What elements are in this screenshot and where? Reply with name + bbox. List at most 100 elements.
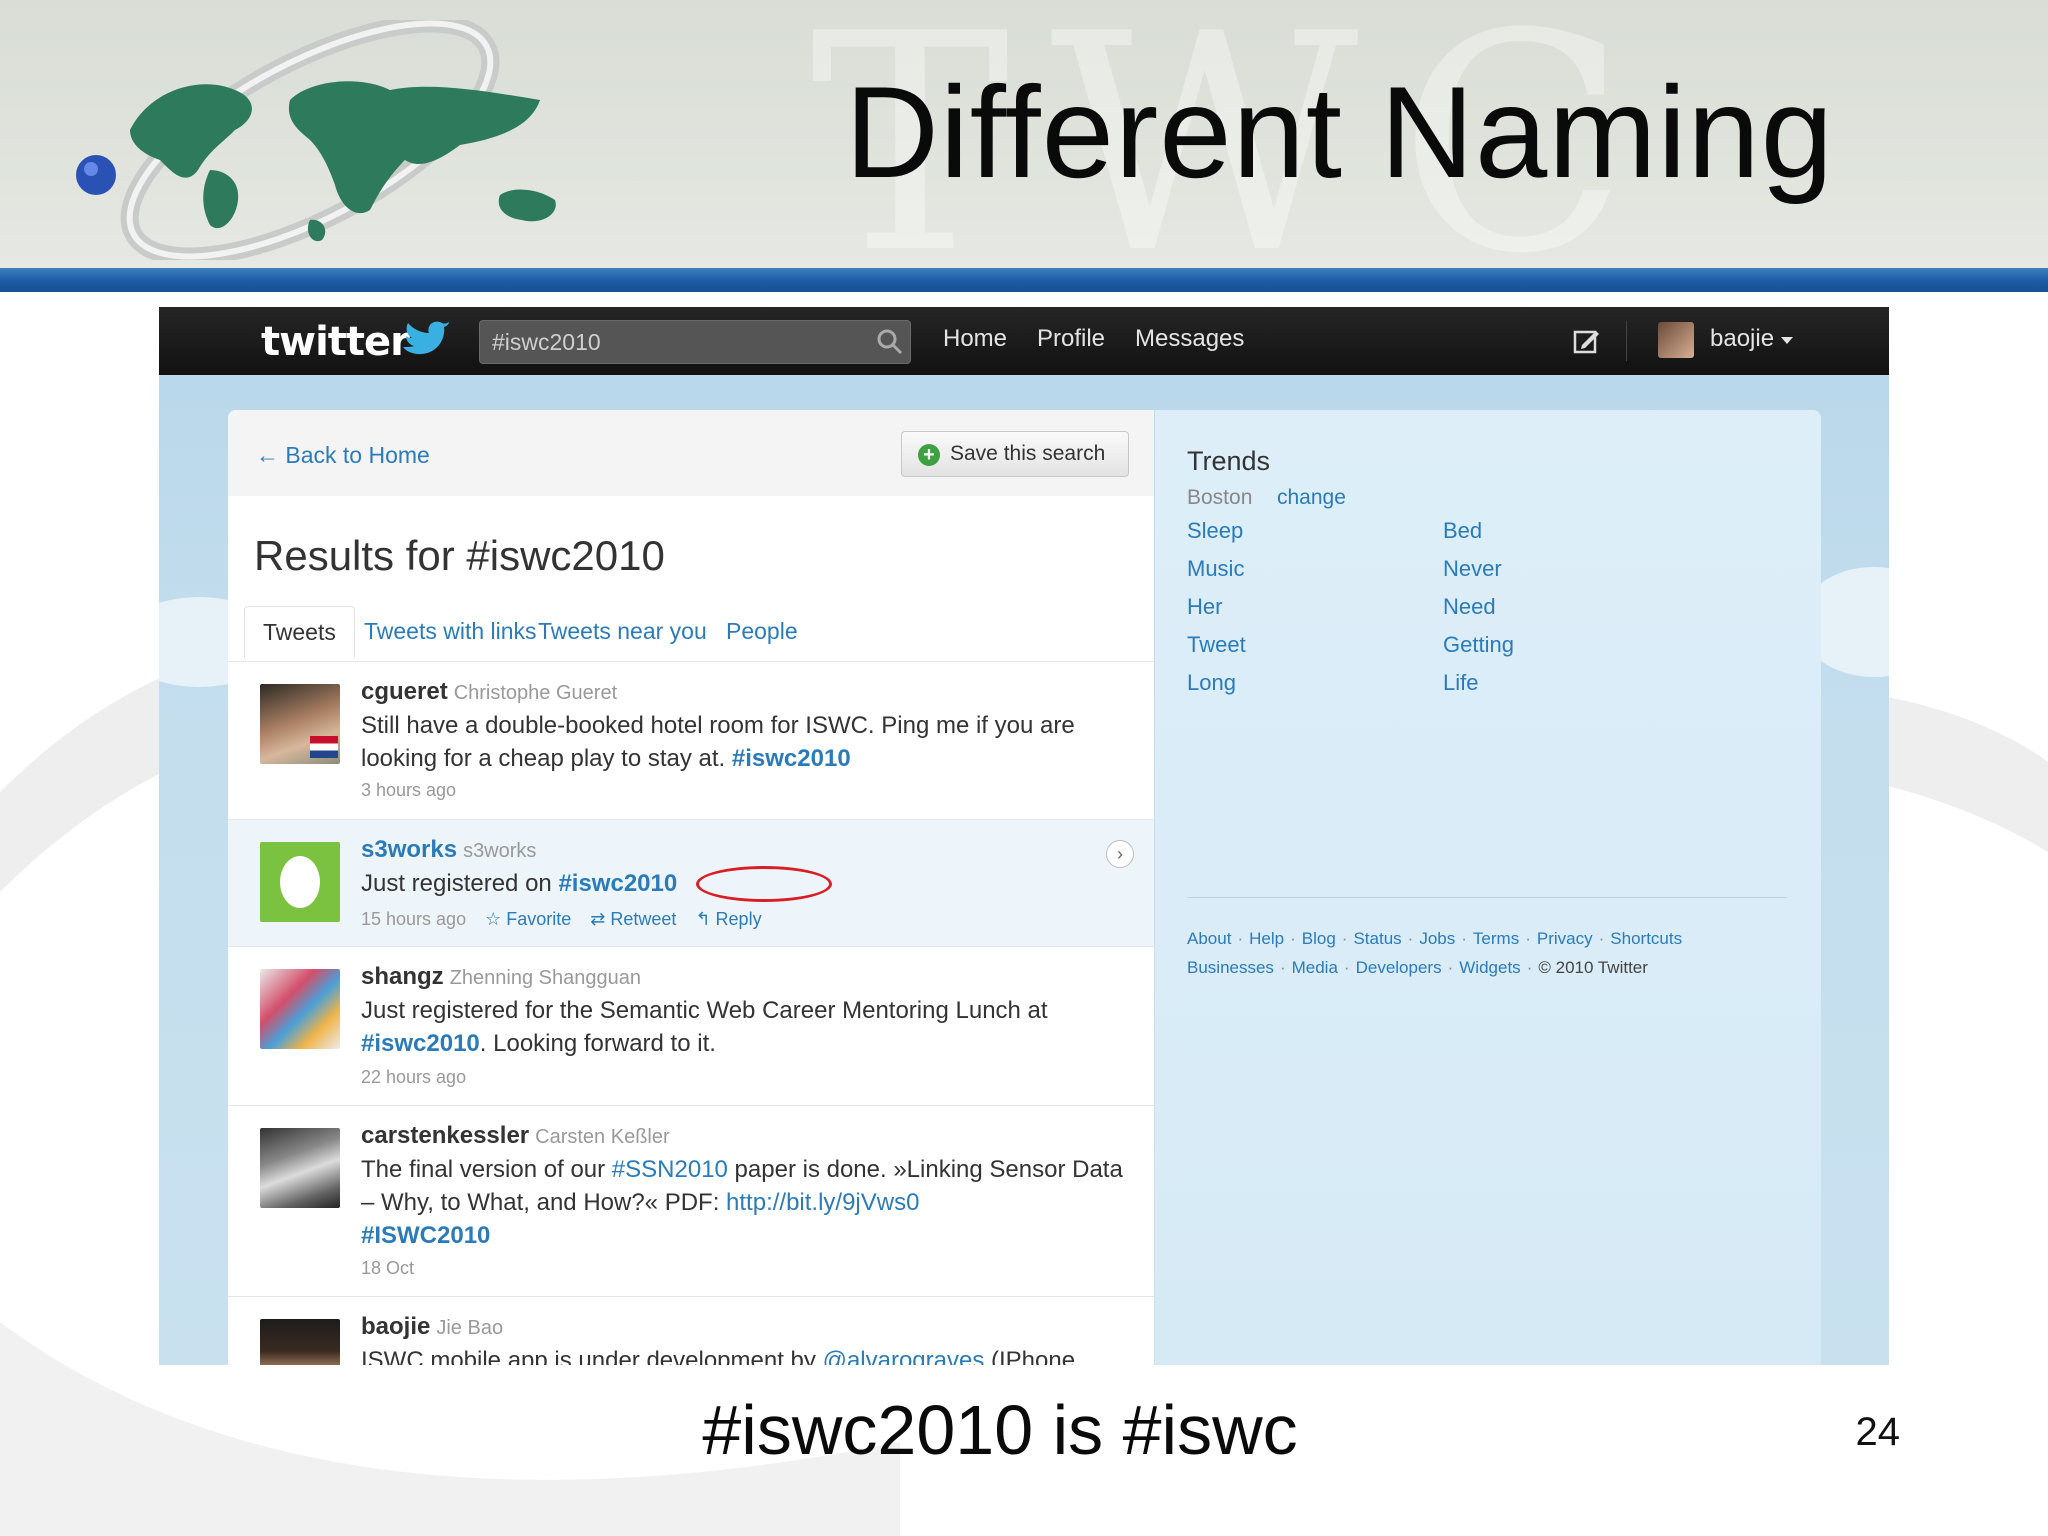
change-location-link[interactable]: change [1277,486,1346,510]
user-menu[interactable]: baojie [1710,325,1774,353]
plus-icon: + [918,444,940,466]
reply-button[interactable]: ↰ Reply [695,909,761,929]
tweet-realname: s3works [463,840,537,862]
trend-link[interactable]: Sleep [1187,518,1243,544]
slide-caption: #iswc2010 is #iswc [702,1391,1298,1469]
footer-link-media[interactable]: Media [1292,958,1338,977]
tweet-item[interactable]: carstenkessler Carsten Keßler The final v… [228,1106,1154,1297]
mention-link[interactable]: @alvarograves [823,1347,985,1365]
world-map-logo [76,20,556,260]
save-search-button[interactable]: + Save this search [901,431,1129,477]
footer-link-widgets[interactable]: Widgets [1459,958,1520,977]
tweet-text: Still have a double-booked hotel room fo… [361,712,1075,772]
page-title: Results for #iswc2010 [254,532,665,579]
tweet-meta: 15 hours ago ☆ Favorite ⇄ Retweet ↰ Repl… [361,909,762,930]
nav-home[interactable]: Home [943,325,1007,353]
tweet-timestamp[interactable]: 3 hours ago [361,780,456,801]
tab-tweets[interactable]: Tweets [244,606,355,658]
tweet-timestamp[interactable]: 18 Oct [361,1258,414,1279]
trend-link[interactable]: Life [1443,670,1478,696]
trend-link[interactable]: Need [1443,594,1496,620]
back-to-home-link[interactable]: ← Back to Home [256,442,430,469]
trends-title: Trends [1187,446,1271,476]
tweet-username[interactable]: baojie Jie Bao [361,1313,503,1341]
footer-link-jobs[interactable]: Jobs [1419,929,1455,948]
tweet-item[interactable]: baojie Jie Bao ISWC mobile app is under d… [228,1297,1154,1365]
tweet-text: ISWC mobile app is under development by … [361,1344,1131,1365]
tweet-item[interactable]: shangz Zhenning Shangguan Just registered… [228,947,1154,1106]
footer-link-privacy[interactable]: Privacy [1537,929,1593,948]
trend-link[interactable]: Her [1187,594,1222,620]
chevron-right-icon[interactable]: › [1106,840,1134,868]
search-results-panel: ← Back to Home + Save this search Result… [228,410,1154,1365]
divider [1187,897,1787,898]
twitter-logo[interactable]: twitter [261,319,410,365]
tweet-username[interactable]: s3works s3works [361,836,536,864]
footer-links: About · Help · Blog · Status · Jobs · Terms · Privac… [1187,929,1683,948]
tweet-username[interactable]: shangz Zhenning Shangguan [361,963,641,991]
annotation-ellipse [696,866,832,902]
trend-link[interactable]: Bed [1443,518,1482,544]
compose-icon[interactable] [1572,327,1600,355]
tweet-timestamp[interactable]: 15 hours ago [361,909,466,929]
trend-link[interactable]: Tweet [1187,632,1246,658]
user-avatar[interactable] [1658,322,1694,358]
trend-link[interactable]: Getting [1443,632,1514,658]
tweet-item[interactable]: s3works s3works Just registered on #iswc2… [228,820,1154,947]
hashtag-link[interactable]: #ISWC2010 [361,1222,490,1249]
tweet-timestamp[interactable]: 22 hours ago [361,1067,466,1088]
nav-profile[interactable]: Profile [1037,325,1105,353]
trend-link[interactable]: Music [1187,556,1244,582]
top-navigation-bar: twitter #iswc2010 Home Profile Messages … [159,307,1889,375]
url-link[interactable]: http://bit.ly/9jVws0 [726,1189,919,1216]
trends-sidebar: Trends Boston change Sleep Music Her Twe… [1155,410,1821,1365]
retweet-button[interactable]: ⇄ Retweet [590,909,676,929]
save-search-label: Save this search [950,442,1106,465]
footer-link-help[interactable]: Help [1249,929,1284,948]
footer-link-status[interactable]: Status [1353,929,1401,948]
footer-link-about[interactable]: About [1187,929,1231,948]
trend-link[interactable]: Long [1187,670,1236,696]
tweet-realname: Zhenning Shangguan [449,967,641,989]
twitter-screenshot: twitter #iswc2010 Home Profile Messages … [159,307,1889,1365]
avatar[interactable] [260,969,340,1049]
tweet-username[interactable]: carstenkessler Carsten Keßler [361,1122,670,1150]
tweet-realname: Christophe Gueret [453,682,618,704]
hashtag-link[interactable]: #iswc2010 [361,1030,480,1057]
tab-people[interactable]: People [708,606,816,658]
nav-messages[interactable]: Messages [1135,325,1244,353]
trends-location: Boston [1187,486,1253,509]
avatar[interactable] [260,1319,340,1365]
chevron-down-icon[interactable] [1781,337,1793,344]
hashtag-link[interactable]: #iswc2010 [558,870,677,897]
footer-link-blog[interactable]: Blog [1302,929,1336,948]
search-input[interactable]: #iswc2010 [479,320,911,364]
footer-link-terms[interactable]: Terms [1473,929,1519,948]
tweet-item[interactable]: cgueret Christophe Gueret Still have a do… [228,662,1154,820]
copyright: © 2010 Twitter [1538,958,1648,977]
tweet-text: Just registered for the Semantic Web Car… [361,997,1048,1057]
search-icon[interactable] [875,327,905,357]
footer-link-businesses[interactable]: Businesses [1187,958,1274,977]
hashtag-link[interactable]: #SSN2010 [612,1156,728,1183]
favorite-button[interactable]: ☆ Favorite [485,909,571,929]
footer-links: Businesses · Media · Developers · Widgets · © 20… [1187,958,1648,977]
tweet-username[interactable]: cgueret Christophe Gueret [361,678,617,706]
avatar[interactable] [260,842,340,922]
header-rule [0,268,2048,292]
nav-divider [1626,321,1627,361]
bird-icon [403,321,449,355]
footer-link-developers[interactable]: Developers [1356,958,1442,977]
slide-number: 24 [1855,1410,1901,1454]
trend-link[interactable]: Never [1443,556,1502,582]
footer-link-shortcuts[interactable]: Shortcuts [1610,929,1682,948]
avatar[interactable] [260,1128,340,1208]
tweet-realname: Jie Bao [436,1317,504,1339]
results-tabs: Tweets Tweets with links Tweets near you… [244,606,1144,658]
slide-title: Different Naming [845,59,1835,205]
hashtag-link[interactable]: #iswc2010 [732,745,851,772]
tweet-realname: Carsten Keßler [535,1126,670,1148]
avatar[interactable] [260,684,340,764]
tab-tweets-near-you[interactable]: Tweets near you [520,606,725,658]
tweet-text: The final version of our #SSN2010 paper … [361,1156,1123,1249]
